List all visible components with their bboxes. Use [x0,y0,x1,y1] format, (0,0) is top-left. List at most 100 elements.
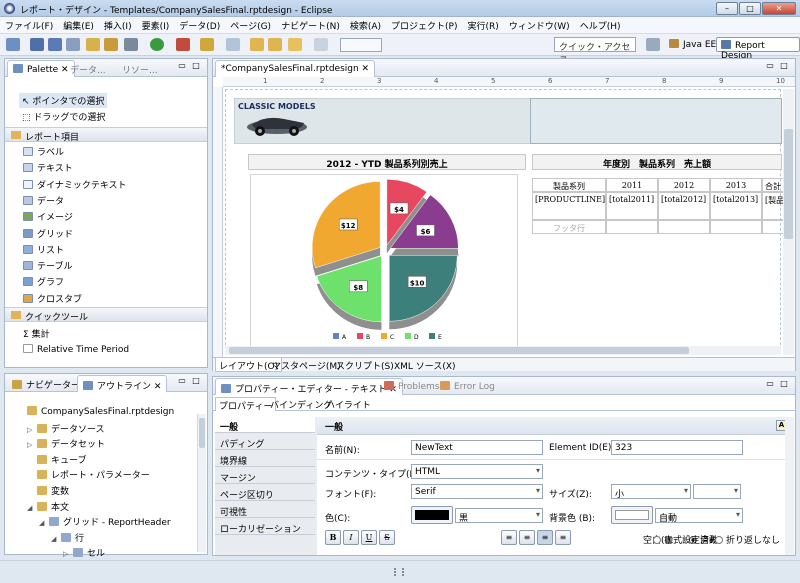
maximize-view-icon[interactable]: □ [779,62,789,71]
pie-slice-A[interactable] [388,254,458,322]
outline-node-5[interactable]: 変数 [27,484,69,497]
open-perspective-icon[interactable] [646,38,660,51]
align-justify-button[interactable]: ≡ [555,530,571,545]
underline-button[interactable]: U [361,530,377,545]
outline-node-8[interactable]: ◢ 行 [51,531,84,544]
radio-icon[interactable] [653,536,661,544]
drag-select-item[interactable]: ⬚ ドラッグでの選択 [19,109,108,124]
perspective-report-design[interactable]: Report Design [716,37,800,61]
outline-node-6[interactable]: ◢ 本文 [27,500,69,513]
menu-item-9[interactable]: 実行(R) [462,17,503,32]
table-header-cell[interactable]: 合計 [762,178,784,192]
quick-tools-section[interactable]: クイックツール [5,307,207,323]
pie-chart[interactable]: $4 $6 $10 $8 $12 A B C D E [251,175,517,349]
property-section-3[interactable]: マージン [215,468,315,484]
align-right-button[interactable]: ≡ [537,530,553,545]
forward-icon[interactable] [314,38,328,51]
minimize-view-icon[interactable]: ▭ [765,62,775,71]
outline-scrollbar[interactable] [197,414,206,552]
expand-icon[interactable]: ▷ [27,441,37,449]
external-tools-icon[interactable] [176,38,190,51]
table-header-cell[interactable]: 2012 [658,178,710,192]
palette-item-8[interactable]: グラフ [23,275,64,288]
menu-item-3[interactable]: 要素(I) [137,17,175,32]
table-detail-cell[interactable]: [PRODUCTLINE] [532,192,606,220]
table-footer-cell[interactable]: フッタ行 [532,220,606,234]
table-header-cell[interactable]: 製品系列 [532,178,606,192]
redo-icon[interactable] [104,38,118,51]
palette-item-4[interactable]: イメージ [23,210,73,223]
align-left-button[interactable]: ≡ [501,530,517,545]
tab-resource-explorer[interactable]: リソー... [117,60,163,77]
tab-property-editor[interactable]: プロパティー・エディター - テキスト ✕ [215,378,403,395]
palette-item-6[interactable]: リスト [23,243,64,256]
close-button[interactable]: ✕ [762,2,796,15]
tab-data-explorer[interactable]: データ... [65,60,111,77]
toolbar-combo[interactable] [340,38,382,52]
scrollbar-thumb[interactable] [784,129,793,239]
italic-button[interactable]: I [343,530,359,545]
table-detail-cell[interactable]: [total2013] [710,192,762,220]
scrollbar-thumb[interactable] [199,418,205,448]
scrollbar-thumb[interactable] [229,347,689,354]
expand-icon[interactable]: ◢ [39,519,49,527]
table-footer-cell[interactable] [606,220,658,234]
menu-item-4[interactable]: データ(D) [174,17,225,32]
palette-item-9[interactable]: クロスタブ [23,292,82,305]
whitespace-option-2[interactable]: 折り返しなし [715,533,780,546]
table-detail-cell[interactable]: [total2011] [606,192,658,220]
palette-item-1[interactable]: テキスト [23,161,73,174]
tab-error-log[interactable]: Error Log [435,378,500,395]
new-icon[interactable] [6,38,20,51]
table-detail-cell[interactable]: [製品系列計] [762,192,784,220]
editor-bottom-tab-2[interactable]: スクリプト(S) [333,358,397,372]
run-icon[interactable] [150,38,164,51]
annotation-icon[interactable] [226,38,240,51]
minimize-view-icon[interactable]: ▭ [765,380,775,389]
outline-node-9[interactable]: ▷ セル [63,546,105,559]
menu-item-7[interactable]: 検索(A) [345,17,386,32]
color-swatch-button[interactable] [411,506,453,524]
palette-item-3[interactable]: データ [23,194,64,207]
bg-color-select[interactable]: 自動 [655,508,743,524]
outline-node-7[interactable]: ◢ グリッド - ReportHeader [39,515,171,528]
whitespace-option-1[interactable]: 書式設定済み [653,533,718,546]
maximize-button[interactable]: □ [739,2,761,15]
expand-icon[interactable]: ◢ [51,535,61,543]
tab-navigator[interactable]: ナビゲーター [7,375,85,392]
expand-icon[interactable]: ◢ [27,504,37,512]
table-header-cell[interactable]: 2011 [606,178,658,192]
search-icon[interactable] [200,38,214,51]
menu-item-6[interactable]: ナビゲート(N) [276,17,345,32]
palette-item-2[interactable]: ダイナミックテキスト [23,178,127,191]
strikethrough-button[interactable]: S [379,530,395,545]
table-title-cell[interactable]: 年度別 製品系列 売上額 [532,154,782,170]
menu-item-5[interactable]: ページ(G) [225,17,276,32]
debug-icon[interactable] [124,38,138,51]
maximize-view-icon[interactable]: □ [779,380,789,389]
undo-icon[interactable] [86,38,100,51]
bg-swatch-button[interactable] [611,506,653,524]
radio-icon[interactable] [715,536,723,544]
outline-node-1[interactable]: ▷ データソース [27,422,105,435]
report-items-section[interactable]: レポート項目 [5,127,207,143]
property-vscrollbar[interactable] [785,417,794,555]
property-subtab-2[interactable]: ハイライト [323,397,374,411]
bold-button[interactable]: B [325,530,341,545]
palette-item-7[interactable]: テーブル [23,259,72,272]
expand-icon[interactable]: ▷ [27,426,37,434]
font-select[interactable]: Serif [411,484,543,499]
outline-node-3[interactable]: キューブ [27,453,86,466]
palette-item-0[interactable]: ラベル [23,145,64,158]
minimize-button[interactable]: – [716,2,738,15]
minimize-view-icon[interactable]: ▭ [177,62,187,71]
next-annotation-icon[interactable] [250,38,264,51]
table-footer-cell[interactable] [762,220,784,234]
size-select[interactable]: 小 [611,484,691,500]
menu-item-11[interactable]: ヘルプ(H) [575,17,626,32]
table-footer-cell[interactable] [710,220,762,234]
content-type-select[interactable]: HTML [411,464,543,479]
property-section-1[interactable]: パディング [215,434,315,450]
logo-image[interactable]: CLASSIC MODELS [238,102,316,144]
maximize-view-icon[interactable]: □ [191,377,201,386]
